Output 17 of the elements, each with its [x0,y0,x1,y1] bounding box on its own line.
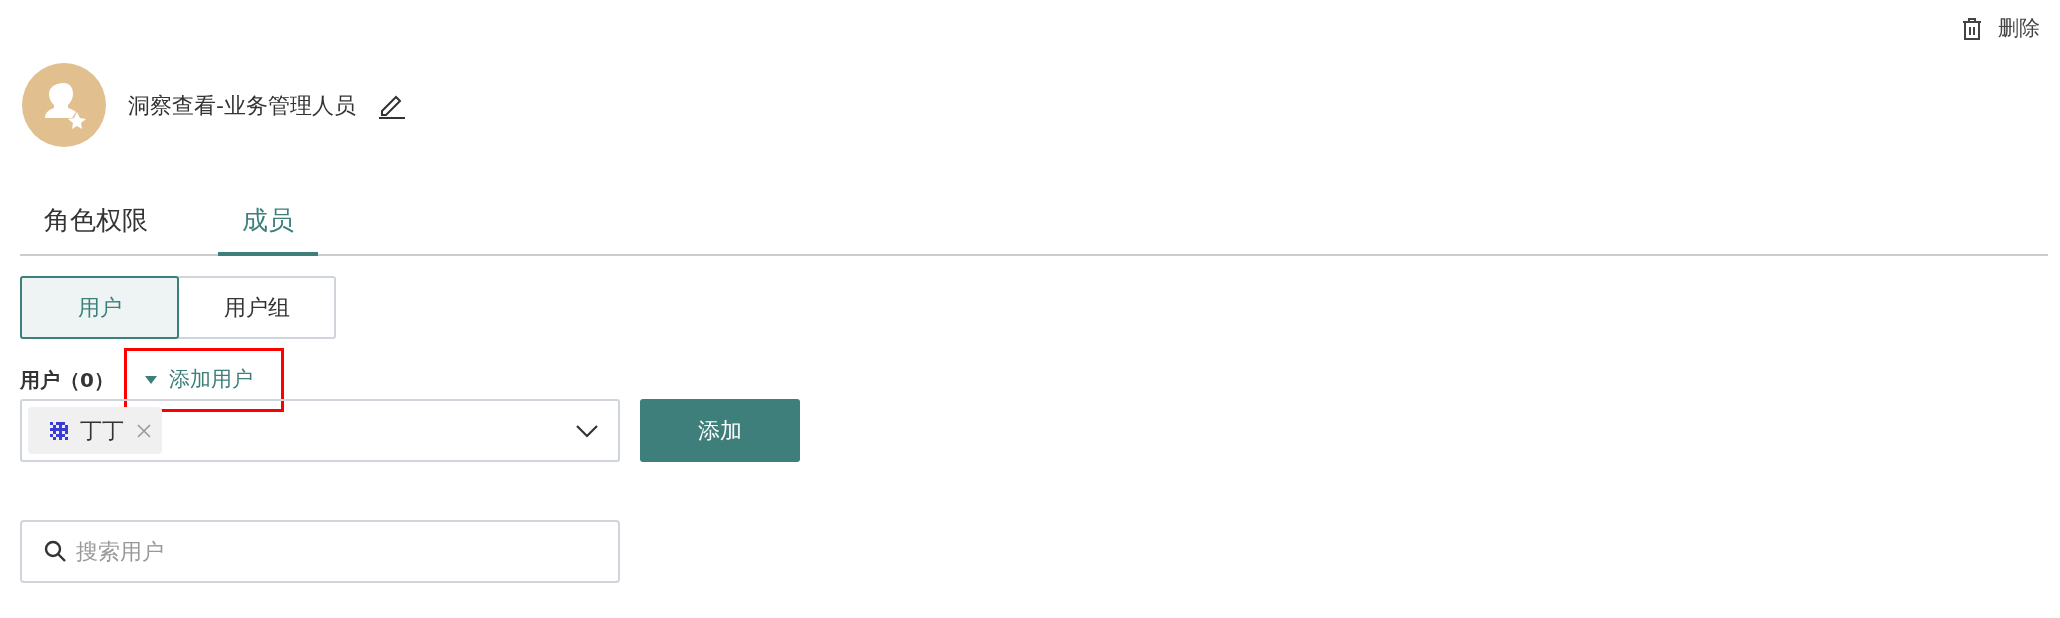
user-avatar-icon [50,421,68,440]
search-icon [44,540,66,562]
avatar-icon [22,63,106,147]
caret-icon [144,376,157,384]
add-button[interactable]: 添加 [640,399,800,462]
tag-label: 丁丁 [80,417,124,445]
segment-button[interactable]: 用户 [20,276,179,339]
trash-icon [1962,18,1982,40]
users-label: 用户（0） [20,367,114,394]
user-select[interactable]: 丁丁 [20,399,620,462]
role-name: 洞察查看-业务管理人员 [128,91,356,120]
search-field[interactable]: 搜索用户 [20,520,620,583]
chevron-down-icon [576,423,598,438]
delete-button[interactable]: 删除 [1962,13,2040,45]
tab[interactable]: 角色权限 [40,201,152,256]
segment-button[interactable]: 用户组 [177,276,336,339]
tab[interactable]: 成员 [218,201,318,256]
